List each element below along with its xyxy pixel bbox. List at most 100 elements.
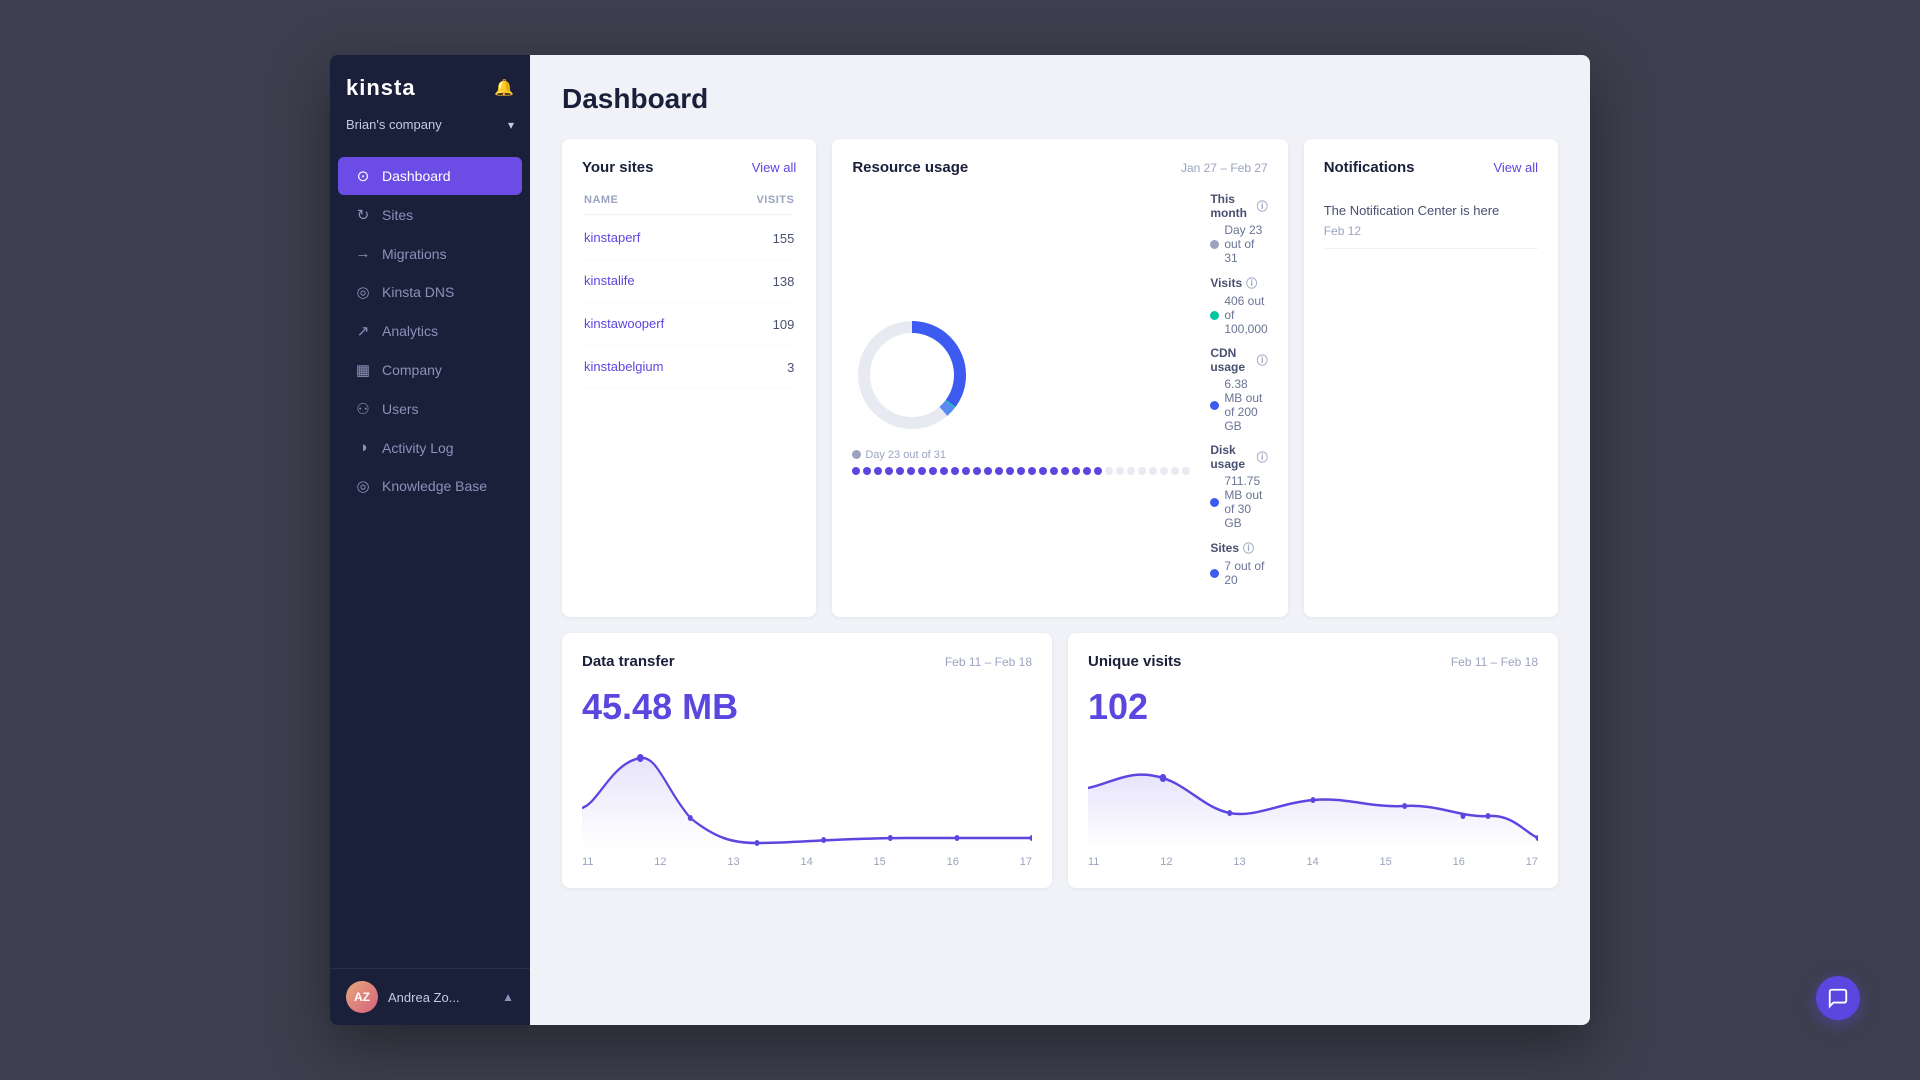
- bell-icon[interactable]: 🔔: [494, 78, 514, 98]
- company-selector[interactable]: Brian's company ▾: [330, 111, 530, 148]
- table-row: kinstabelgium 3: [584, 346, 794, 389]
- notifications-title: Notifications: [1324, 159, 1415, 176]
- disk-info-icon[interactable]: ⓘ: [1257, 449, 1268, 465]
- stat-this-month: This month ⓘ Day 23 out of 31: [1210, 192, 1267, 265]
- day-dot: [1138, 467, 1146, 475]
- sites-info-icon[interactable]: ⓘ: [1243, 540, 1254, 556]
- sidebar-item-migrations[interactable]: → Migrations: [338, 235, 522, 272]
- notification-date: Feb 12: [1324, 224, 1538, 238]
- unique-visits-chart: [1088, 748, 1538, 848]
- sites-icon: ↻: [354, 206, 372, 224]
- sidebar-item-kinsta-dns[interactable]: ◎ Kinsta DNS: [338, 273, 522, 311]
- top-grid: Your sites View all NAME VISITS kinstape…: [562, 139, 1558, 617]
- sidebar-item-label: Users: [382, 401, 419, 417]
- dashboard-icon: ⊙: [354, 167, 372, 185]
- unique-visits-labels: 11 12 13 14 15 16 17: [1088, 856, 1538, 868]
- main-content: Dashboard Your sites View all NAME VISIT…: [530, 55, 1590, 1025]
- sidebar-item-label: Migrations: [382, 246, 447, 262]
- visits-value: 406 out of 100,000: [1224, 294, 1267, 336]
- day-dot: [1039, 467, 1047, 475]
- unique-visits-date: Feb 11 – Feb 18: [1451, 655, 1538, 669]
- unique-visits-value: 102: [1088, 686, 1538, 728]
- sidebar-item-users[interactable]: ⚇ Users: [338, 390, 522, 428]
- day-dot: [852, 467, 860, 475]
- resource-content: Day 23 out of 31 This month ⓘ: [852, 192, 1267, 597]
- chevron-down-icon: ▾: [508, 118, 514, 132]
- sidebar-item-label: Company: [382, 362, 442, 378]
- day-dot: [962, 467, 970, 475]
- unique-visits-title: Unique visits: [1088, 653, 1181, 670]
- site-visits: 109: [773, 317, 795, 332]
- sidebar-item-knowledge-base[interactable]: ◎ Knowledge Base: [338, 467, 522, 505]
- bottom-grid: Data transfer Feb 11 – Feb 18 45.48 MB: [562, 633, 1558, 888]
- sidebar-item-activity-log[interactable]: ◑ Activity Log: [338, 429, 522, 466]
- day-dot: [885, 467, 893, 475]
- user-name: Andrea Zo...: [388, 990, 492, 1005]
- info-icon[interactable]: ⓘ: [1257, 198, 1268, 214]
- nav-menu: ⊙ Dashboard ↻ Sites → Migrations ◎ Kinst…: [330, 148, 530, 968]
- users-icon: ⚇: [354, 400, 372, 418]
- data-transfer-labels: 11 12 13 14 15 16 17: [582, 856, 1032, 868]
- resource-usage-header: Resource usage Jan 27 – Feb 27: [852, 159, 1267, 176]
- cdn-value: 6.38 MB out of 200 GB: [1224, 377, 1267, 433]
- site-link[interactable]: kinstawooperf: [584, 316, 664, 331]
- notifications-view-all[interactable]: View all: [1493, 160, 1538, 175]
- stat-visits: Visits ⓘ 406 out of 100,000: [1210, 275, 1267, 336]
- avatar: AZ: [346, 981, 378, 1013]
- day-dot: [1083, 467, 1091, 475]
- day-dot: [1127, 467, 1135, 475]
- migrations-icon: →: [354, 245, 372, 262]
- day-dot: [1116, 467, 1124, 475]
- data-transfer-title: Data transfer: [582, 653, 675, 670]
- notifications-header: Notifications View all: [1324, 159, 1538, 176]
- user-footer[interactable]: AZ Andrea Zo... ▲: [330, 968, 530, 1025]
- notification-text: The Notification Center is here: [1324, 202, 1538, 220]
- your-sites-header: Your sites View all: [582, 159, 796, 176]
- day-dot: [984, 467, 992, 475]
- day-dot: [907, 467, 915, 475]
- sidebar-item-sites[interactable]: ↻ Sites: [338, 196, 522, 234]
- day-dot: [951, 467, 959, 475]
- cdn-info-icon[interactable]: ⓘ: [1257, 352, 1268, 368]
- day-dot: [1149, 467, 1157, 475]
- stat-sites: Sites ⓘ 7 out of 20: [1210, 540, 1267, 587]
- day-dot: [1094, 467, 1102, 475]
- site-link[interactable]: kinstabelgium: [584, 359, 664, 374]
- notifications-card: Notifications View all The Notification …: [1304, 139, 1558, 617]
- page-title: Dashboard: [562, 83, 1558, 115]
- sidebar-item-label: Kinsta DNS: [382, 284, 454, 300]
- site-link[interactable]: kinstalife: [584, 273, 635, 288]
- analytics-icon: ↗: [354, 322, 372, 340]
- sites-table-header: NAME VISITS: [584, 194, 794, 215]
- data-transfer-header: Data transfer Feb 11 – Feb 18: [582, 653, 1032, 670]
- data-transfer-card: Data transfer Feb 11 – Feb 18 45.48 MB: [562, 633, 1052, 888]
- resource-date-range: Jan 27 – Feb 27: [1181, 161, 1268, 175]
- sidebar-item-company[interactable]: ▦ Company: [338, 351, 522, 389]
- your-sites-view-all[interactable]: View all: [752, 160, 797, 175]
- disk-value: 711.75 MB out of 30 GB: [1224, 474, 1267, 530]
- day-dot: [1006, 467, 1014, 475]
- sidebar-item-label: Analytics: [382, 323, 438, 339]
- activity-log-icon: ◑: [354, 439, 372, 456]
- visits-info-icon[interactable]: ⓘ: [1246, 275, 1257, 291]
- unique-visits-card: Unique visits Feb 11 – Feb 18 102: [1068, 633, 1558, 888]
- site-link[interactable]: kinstaperf: [584, 230, 640, 245]
- resource-stats: This month ⓘ Day 23 out of 31 Visits: [1210, 192, 1267, 597]
- sidebar-item-label: Sites: [382, 207, 413, 223]
- data-transfer-date: Feb 11 – Feb 18: [945, 655, 1032, 669]
- day-label: Day 23 out of 31: [865, 449, 946, 461]
- chat-button[interactable]: [1816, 976, 1860, 1020]
- day-dot: [995, 467, 1003, 475]
- stat-cdn: CDN usage ⓘ 6.38 MB out of 200 GB: [1210, 346, 1267, 433]
- table-row: kinstalife 138: [584, 260, 794, 303]
- day-dot: [1050, 467, 1058, 475]
- your-sites-card: Your sites View all NAME VISITS kinstape…: [562, 139, 816, 617]
- sites-table: NAME VISITS kinstaperf 155 kinstalife 13…: [582, 192, 796, 391]
- day-dot: [1061, 467, 1069, 475]
- day-dot: [1072, 467, 1080, 475]
- day-dot: [1028, 467, 1036, 475]
- day-dot: [863, 467, 871, 475]
- sidebar-item-analytics[interactable]: ↗ Analytics: [338, 312, 522, 350]
- sidebar-item-dashboard[interactable]: ⊙ Dashboard: [338, 157, 522, 195]
- day-dot: [929, 467, 937, 475]
